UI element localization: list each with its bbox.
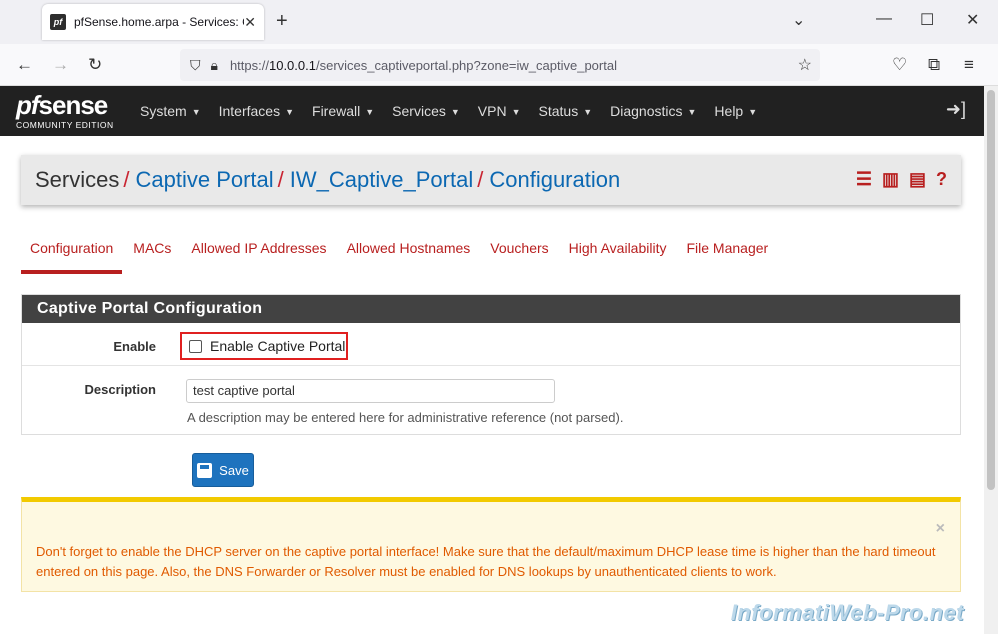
menu-label: Firewall xyxy=(312,103,361,119)
browser-tabbar: pf pfSense.home.arpa - Services: C ✕ + ⌄… xyxy=(0,0,998,44)
address-bar[interactable]: ⛉ 🔒︎ https://10.0.0.1/services_captivepo… xyxy=(180,49,820,81)
caret-down-icon: ▼ xyxy=(365,107,375,118)
caret-down-icon: ▼ xyxy=(511,107,521,118)
menu-help[interactable]: Help ▼ xyxy=(714,103,757,119)
panel-title: Captive Portal Configuration xyxy=(22,295,960,323)
breadcrumb-captive-portal[interactable]: Captive Portal xyxy=(135,167,273,193)
breadcrumb-separator: / xyxy=(277,167,284,192)
alert-message: Don't forget to enable the DHCP server o… xyxy=(36,544,936,579)
pfsense-logo[interactable]: pfsense COMMUNITY EDITION xyxy=(16,92,126,130)
menu-firewall[interactable]: Firewall ▼ xyxy=(312,103,374,119)
browser-tab-title: pfSense.home.arpa - Services: C xyxy=(74,15,244,29)
save-label: Save xyxy=(219,462,249,478)
menu-status[interactable]: Status ▼ xyxy=(539,103,593,119)
menu-label: VPN xyxy=(477,103,507,119)
menu-label: Diagnostics xyxy=(610,103,683,119)
alert-close-icon[interactable]: × xyxy=(936,520,945,538)
breadcrumb-shortcuts: ☰ ▥ ▤ ? xyxy=(846,169,947,190)
bar-chart-icon[interactable]: ▥ xyxy=(882,169,899,190)
menu-label: Help xyxy=(714,103,744,119)
browser-navbar: ← → ↻ ⛉ 🔒︎ https://10.0.0.1/services_cap… xyxy=(0,44,998,86)
description-row: Description test captive portal A descri… xyxy=(22,366,960,434)
page-scrollbar[interactable] xyxy=(984,86,998,634)
caret-down-icon: ▼ xyxy=(748,107,758,118)
save-button[interactable]: Save xyxy=(192,453,254,487)
tracking-shield-icon[interactable]: ⛉ xyxy=(190,57,201,74)
window-close-icon[interactable]: ✕ xyxy=(966,10,979,30)
pfsense-header: pfsense COMMUNITY EDITION System ▼ Interf… xyxy=(0,86,998,136)
enable-label: Enable xyxy=(113,339,156,354)
menu-label: System xyxy=(140,103,187,119)
description-input[interactable]: test captive portal xyxy=(186,379,555,403)
tab-list-chevron-icon[interactable]: ⌄ xyxy=(792,10,805,30)
breadcrumb-configuration[interactable]: Configuration xyxy=(489,167,620,193)
tab-allowed-ip-addresses[interactable]: Allowed IP Addresses xyxy=(182,230,335,274)
tab-configuration[interactable]: Configuration xyxy=(21,230,123,274)
dhcp-warning-alert: × Don't forget to enable the DHCP server… xyxy=(21,497,961,592)
tab-allowed-hostnames[interactable]: Allowed Hostnames xyxy=(338,230,480,274)
extensions-icon[interactable]: ⧉ xyxy=(928,55,940,75)
caret-down-icon: ▼ xyxy=(450,107,460,118)
tab-high-availability[interactable]: High Availability xyxy=(560,230,676,274)
logout-icon[interactable]: ➜] xyxy=(946,99,966,120)
url-scheme: https:// xyxy=(229,57,269,73)
menu-label: Services xyxy=(392,103,446,119)
caret-down-icon: ▼ xyxy=(285,107,295,118)
caret-down-icon: ▼ xyxy=(687,107,697,118)
breadcrumb: Services / Captive Portal / IW_Captive_P… xyxy=(21,155,961,205)
menu-diagnostics[interactable]: Diagnostics ▼ xyxy=(610,103,696,119)
enable-checkbox-label[interactable]: Enable Captive Portal xyxy=(210,338,345,354)
reload-icon[interactable]: ↻ xyxy=(88,55,102,75)
help-icon[interactable]: ? xyxy=(936,169,947,190)
tab-vouchers[interactable]: Vouchers xyxy=(481,230,557,274)
logo-pf: pf xyxy=(16,90,40,120)
tab-file-manager[interactable]: File Manager xyxy=(677,230,777,274)
main-menu: System ▼ Interfaces ▼ Firewall ▼ Services ▼ … xyxy=(140,86,775,136)
breadcrumb-services: Services xyxy=(35,167,120,192)
breadcrumb-zone[interactable]: IW_Captive_Portal xyxy=(290,167,473,193)
minimize-icon[interactable]: — xyxy=(876,10,892,28)
forward-icon[interactable]: → xyxy=(52,55,69,75)
section-tabs: Configuration MACs Allowed IP Addresses … xyxy=(21,230,779,274)
description-label: Description xyxy=(84,382,156,397)
caret-down-icon: ▼ xyxy=(583,107,593,118)
log-list-icon[interactable]: ▤ xyxy=(909,169,926,190)
tab-close-icon[interactable]: ✕ xyxy=(244,14,256,31)
back-icon[interactable]: ← xyxy=(16,55,33,75)
lock-icon[interactable]: 🔒︎ xyxy=(211,57,218,74)
breadcrumb-separator: / xyxy=(123,167,130,192)
bookmark-star-icon[interactable]: ☆ xyxy=(798,55,812,75)
save-disk-icon xyxy=(197,462,213,478)
enable-row: Enable Enable Captive Portal xyxy=(22,323,960,366)
menu-label: Status xyxy=(538,103,579,119)
new-tab-icon[interactable]: + xyxy=(276,10,288,33)
watermark: InformatiWeb-Pro.net xyxy=(730,600,964,625)
menu-interfaces[interactable]: Interfaces ▼ xyxy=(219,103,294,119)
maximize-icon[interactable]: ☐ xyxy=(920,10,934,30)
menu-label: Interfaces xyxy=(218,103,281,119)
browser-tab[interactable]: pf pfSense.home.arpa - Services: C ✕ xyxy=(42,4,264,40)
app-menu-icon[interactable]: ≡ xyxy=(964,55,974,75)
caret-down-icon: ▼ xyxy=(191,107,201,118)
url-host: 10.0.0.1 xyxy=(268,57,316,73)
description-help: A description may be entered here for ad… xyxy=(187,410,624,425)
menu-system[interactable]: System ▼ xyxy=(140,103,201,119)
enable-captive-portal-option[interactable]: Enable Captive Portal xyxy=(180,332,348,360)
config-panel: Captive Portal Configuration Enable Enab… xyxy=(21,294,961,435)
logo-edition: COMMUNITY EDITION xyxy=(16,120,114,130)
scrollbar-thumb[interactable] xyxy=(987,90,995,490)
url-text[interactable]: https://10.0.0.1/services_captiveportal.… xyxy=(230,58,617,73)
pfsense-favicon-icon: pf xyxy=(50,14,66,30)
logo-sense: sense xyxy=(38,90,109,120)
pocket-icon[interactable]: ♡ xyxy=(892,55,907,75)
url-path: /services_captiveportal.php?zone=iw_capt… xyxy=(315,57,617,73)
tab-macs[interactable]: MACs xyxy=(124,230,180,274)
menu-vpn[interactable]: VPN ▼ xyxy=(478,103,521,119)
menu-services[interactable]: Services ▼ xyxy=(392,103,460,119)
breadcrumb-separator: / xyxy=(477,167,484,192)
sliders-icon[interactable]: ☰ xyxy=(856,169,872,190)
enable-checkbox[interactable] xyxy=(189,339,202,353)
